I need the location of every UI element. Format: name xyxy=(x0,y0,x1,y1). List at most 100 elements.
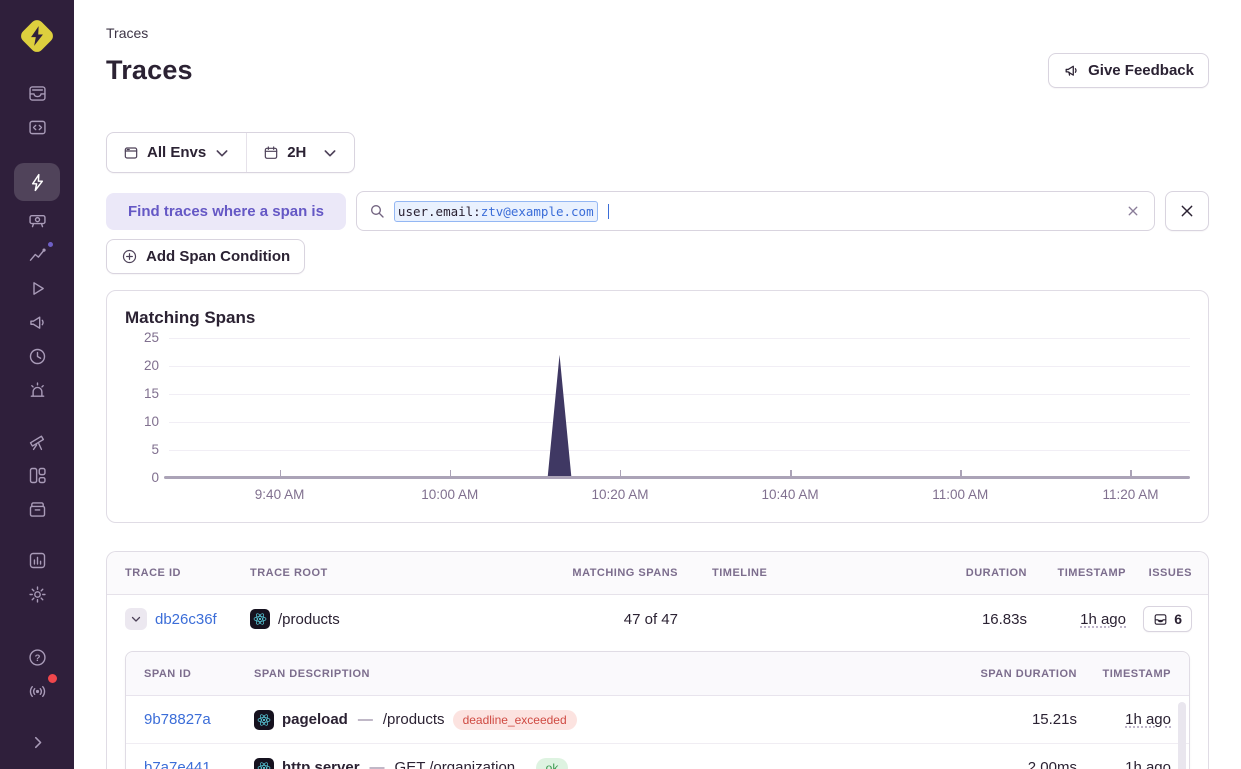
add-span-condition-label: Add Span Condition xyxy=(146,248,290,265)
sidebar-item-insights[interactable] xyxy=(14,237,60,271)
col-span-timestamp: Timestamp xyxy=(1103,668,1171,680)
telescope-icon xyxy=(27,431,48,452)
y-tick-label: 0 xyxy=(125,470,159,485)
col-span-description: Span Description xyxy=(254,668,710,680)
sidebar-item-issues[interactable] xyxy=(14,76,60,110)
y-tick-label: 20 xyxy=(125,358,159,373)
trace-issues-button[interactable]: 6 xyxy=(1143,606,1192,632)
y-tick-label: 15 xyxy=(125,386,159,401)
chevron-down-icon xyxy=(130,613,142,625)
trace-issues-count: 6 xyxy=(1174,611,1182,627)
text-caret xyxy=(608,204,610,219)
sidebar-item-discover[interactable] xyxy=(14,424,60,458)
page-filter-bar: All Envs 2H xyxy=(106,132,355,173)
x-tick-label: 11:00 AM xyxy=(932,487,988,502)
page-title: Traces xyxy=(106,55,193,86)
sidebar-item-projects[interactable] xyxy=(14,203,60,237)
span-status-badge: ok xyxy=(536,758,569,769)
breadcrumb[interactable]: Traces xyxy=(106,0,1209,41)
give-feedback-label: Give Feedback xyxy=(1088,62,1194,79)
col-matching-spans: Matching Spans xyxy=(572,567,678,579)
span-id-link[interactable]: 9b78827a xyxy=(144,711,254,728)
sidebar-item-settings[interactable] xyxy=(14,577,60,611)
gear-icon xyxy=(27,584,48,605)
dashboards-icon xyxy=(27,465,48,486)
span-row: b7a7e441 http.server — GET /organization… xyxy=(126,744,1189,769)
stats-icon xyxy=(27,550,48,571)
span-timestamp[interactable]: 1h ago xyxy=(1125,711,1171,728)
sidebar-item-dashboards[interactable] xyxy=(14,458,60,492)
col-trace-root: Trace Root xyxy=(250,567,563,579)
col-duration: Duration xyxy=(966,567,1027,579)
main-content: Traces Traces Give Feedback All Envs 2H … xyxy=(74,0,1241,769)
insights-chart-icon xyxy=(27,244,48,265)
span-op: pageload xyxy=(282,711,348,728)
search-token-key: user.email: xyxy=(398,204,481,219)
span-status-badge: deadline_exceeded xyxy=(453,710,577,730)
time-range-selector[interactable]: 2H xyxy=(247,133,354,172)
span-search-input[interactable]: user.email:ztv@example.com xyxy=(356,191,1155,231)
clear-search-icon[interactable] xyxy=(1124,202,1142,220)
trace-id-link[interactable]: db26c36f xyxy=(155,611,217,628)
environment-selector[interactable]: All Envs xyxy=(107,133,246,172)
col-trace-id: Trace ID xyxy=(125,567,250,579)
span-duration: 2.00ms xyxy=(1028,759,1077,769)
projector-icon xyxy=(27,210,48,231)
sidebar-item-broadcast[interactable] xyxy=(14,674,60,708)
broadcast-notification-dot xyxy=(46,672,59,685)
span-row: 9b78827a pageload — /products deadline_e… xyxy=(126,696,1189,744)
sidebar-collapse-button[interactable] xyxy=(14,725,60,759)
broadcast-icon xyxy=(27,681,48,702)
spans-scrollbar[interactable] xyxy=(1178,702,1186,769)
give-feedback-button[interactable]: Give Feedback xyxy=(1048,53,1209,88)
archive-boxes-icon xyxy=(27,499,48,520)
add-span-condition-button[interactable]: Add Span Condition xyxy=(106,239,305,274)
search-icon xyxy=(369,203,385,219)
calendar-icon xyxy=(263,145,279,161)
sidebar-item-alerts[interactable] xyxy=(14,373,60,407)
sidebar-item-feedback[interactable] xyxy=(14,305,60,339)
remove-condition-button[interactable] xyxy=(1165,191,1209,231)
y-tick-label: 25 xyxy=(125,330,159,345)
sidebar-item-history[interactable] xyxy=(14,339,60,373)
x-tick-label: 9:40 AM xyxy=(255,487,305,502)
time-range-value: 2H xyxy=(287,144,306,161)
spans-table: Span ID Span Description Span Duration T… xyxy=(125,651,1190,769)
siren-icon xyxy=(27,380,48,401)
sidebar-item-traces[interactable] xyxy=(14,163,60,201)
x-axis-labels: 9:40 AM 10:00 AM 10:20 AM 10:40 AM 11:00… xyxy=(169,478,1190,512)
sidebar-item-archive[interactable] xyxy=(14,492,60,526)
issues-icon xyxy=(27,83,48,104)
sidebar: ? xyxy=(0,0,74,769)
y-tick-label: 5 xyxy=(125,442,159,457)
backend-project-icon xyxy=(254,758,274,769)
environment-value: All Envs xyxy=(147,144,206,161)
sidebar-item-explore[interactable] xyxy=(14,110,60,144)
span-duration: 15.21s xyxy=(1032,711,1077,728)
y-tick-label: 10 xyxy=(125,414,159,429)
sidebar-item-replays[interactable] xyxy=(14,271,60,305)
span-timestamp[interactable]: 1h ago xyxy=(1125,759,1171,769)
col-span-duration: Span Duration xyxy=(980,668,1077,680)
separator: — xyxy=(356,711,375,728)
trace-timestamp[interactable]: 1h ago xyxy=(1080,611,1126,628)
insights-notification-dot xyxy=(46,240,55,249)
collapse-trace-button[interactable] xyxy=(125,608,147,630)
trace-root-label: /products xyxy=(278,611,340,628)
x-tick-label: 10:40 AM xyxy=(762,487,819,502)
col-span-id: Span ID xyxy=(144,668,254,680)
search-token[interactable]: user.email:ztv@example.com xyxy=(394,201,598,222)
svg-text:?: ? xyxy=(34,653,40,664)
issues-icon xyxy=(1153,612,1168,627)
megaphone-icon xyxy=(27,312,48,333)
help-icon: ? xyxy=(27,647,48,668)
col-issues: Issues xyxy=(1149,567,1192,579)
col-timeline: Timeline xyxy=(678,567,934,579)
traces-table: Trace ID Trace Root Matching Spans Timel… xyxy=(106,551,1209,769)
sidebar-item-help[interactable]: ? xyxy=(14,640,60,674)
span-id-link[interactable]: b7a7e441 xyxy=(144,759,254,769)
chart-title: Matching Spans xyxy=(125,308,1190,328)
sidebar-item-stats[interactable] xyxy=(14,543,60,577)
app-logo[interactable] xyxy=(15,14,59,58)
circled-plus-icon xyxy=(121,248,138,265)
